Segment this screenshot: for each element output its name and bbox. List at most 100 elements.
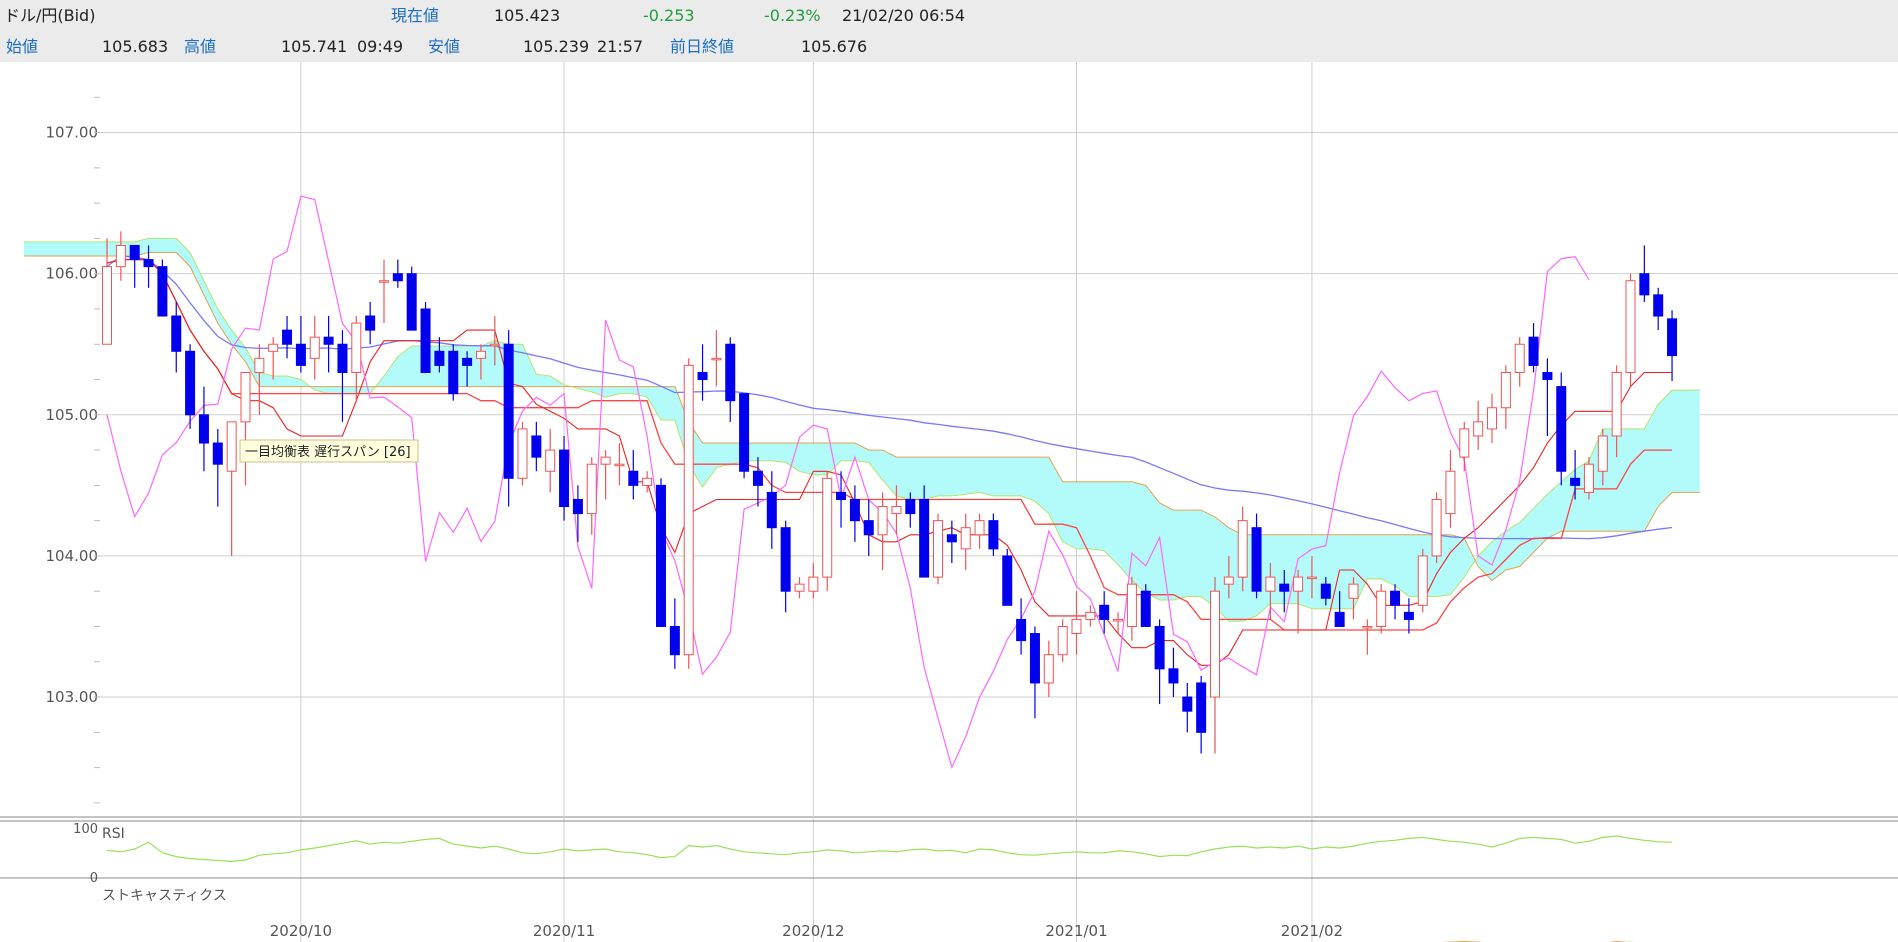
candlestick (1556, 372, 1567, 486)
rsi-tick-100: 100 (73, 822, 98, 837)
candle-body (822, 477, 833, 578)
candle-body (1528, 336, 1539, 366)
candle-body (739, 393, 750, 472)
y-tick-label: 105.00 (46, 406, 99, 424)
candlestick (1043, 640, 1054, 698)
candle-body (517, 428, 528, 479)
candlestick (1500, 365, 1511, 429)
candle-body (323, 336, 334, 345)
candle-body (1542, 371, 1553, 381)
candlestick (1154, 619, 1165, 705)
kumo-area (23, 238, 1700, 622)
candlestick (642, 471, 653, 493)
candlestick (739, 393, 750, 479)
candle-body (1196, 682, 1207, 733)
candle-body (129, 244, 140, 261)
rsi-tick-0: 0 (90, 871, 98, 886)
candle-body (960, 527, 971, 550)
candle-body (254, 357, 265, 373)
y-tick-label: 106.00 (46, 265, 99, 283)
candlestick (517, 421, 528, 486)
candlestick (711, 330, 722, 387)
candlestick (1362, 619, 1373, 655)
rsi-line (106, 835, 1673, 863)
indicator-tooltip: 一目均衡表 遅行スパン [26] (239, 439, 419, 463)
candle-body (1057, 625, 1068, 656)
candle-body (586, 463, 597, 515)
candlestick (960, 513, 971, 571)
chikou-span-line (106, 195, 1590, 770)
high-label: 高値 (184, 37, 217, 56)
low-value: 105.239 (523, 37, 590, 56)
candle-body (794, 583, 805, 592)
quote-header: ドル/円(Bid) 現在値 105.423 -0.253 -0.23% 21/0… (0, 0, 1898, 62)
candle-body (933, 520, 943, 578)
candle-body (1210, 590, 1220, 698)
candle-body (475, 350, 486, 359)
candle-body (1514, 343, 1525, 373)
candle-body (1611, 371, 1622, 437)
candle-body (1556, 386, 1567, 472)
candle-body (212, 442, 223, 465)
candlestick (545, 428, 556, 493)
fx-chart[interactable]: 103.00 104.00 105.00 106.00 107.00 一目均衡表 遅行ス… (0, 62, 1898, 942)
candle-body (697, 371, 708, 381)
candle-body (1099, 604, 1110, 620)
candle-body (1500, 371, 1511, 409)
low-time: 21:57 (597, 37, 644, 56)
candlestick (725, 337, 736, 422)
candle-body (531, 435, 542, 458)
x-tick-label: 2021/02 (1281, 922, 1343, 940)
candle-body (849, 498, 860, 522)
candle-body (1334, 611, 1345, 627)
candlestick (1071, 591, 1082, 655)
candle-body (503, 343, 514, 479)
candle-body (171, 315, 182, 352)
tooltip-text: 一目均衡表 遅行スパン [26] (245, 445, 411, 460)
candlestick (683, 358, 694, 669)
candlestick (1473, 400, 1484, 451)
candle-body (365, 315, 376, 331)
candle-body (102, 266, 112, 345)
candle-body (905, 498, 916, 515)
candle-body (1016, 618, 1027, 642)
candle-body (198, 414, 209, 444)
candlestick (212, 428, 223, 507)
low-label: 安値 (428, 37, 461, 56)
candlestick (129, 244, 140, 288)
candlestick (669, 598, 680, 669)
candle-body (489, 343, 500, 347)
candle-body (946, 534, 957, 543)
high-time: 09:49 (357, 37, 404, 56)
candle-body (1168, 668, 1179, 684)
candlestick (1431, 492, 1442, 563)
candlestick (406, 266, 417, 331)
candle-body (448, 350, 459, 395)
candle-body (1459, 428, 1470, 458)
candle-body (1251, 527, 1262, 592)
candle-body (1390, 590, 1401, 606)
candle-body (669, 625, 680, 656)
candlestick (808, 562, 819, 599)
candle-body (434, 350, 445, 366)
candle-body (1043, 654, 1054, 684)
candlestick (240, 371, 251, 486)
candlesticks[interactable] (102, 231, 1678, 754)
candlestick (919, 485, 930, 578)
candle-body (891, 506, 902, 515)
candle-body (392, 273, 403, 282)
candle-body (974, 520, 985, 536)
candlestick (1210, 577, 1220, 754)
moving-average-line (106, 255, 1673, 540)
candlestick (600, 450, 611, 500)
candlestick (656, 478, 666, 627)
candlestick (185, 344, 196, 429)
candle-body (406, 273, 417, 331)
rsi-label: RSI (102, 826, 125, 842)
candle-body (752, 470, 763, 486)
candle-body (1002, 555, 1013, 606)
candle-body (157, 266, 168, 317)
candle-body (379, 280, 389, 283)
candlestick (309, 316, 320, 380)
candle-body (836, 491, 847, 500)
